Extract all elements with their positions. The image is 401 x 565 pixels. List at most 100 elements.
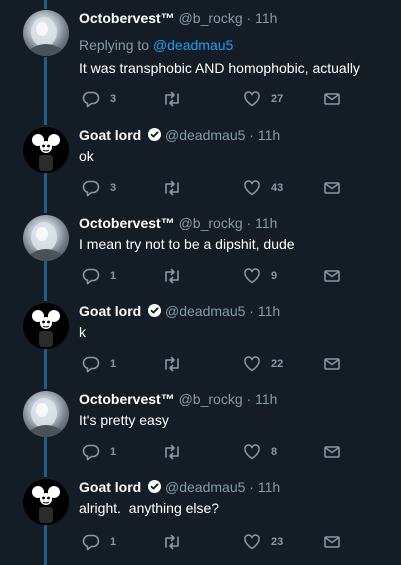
octobervest-avatar[interactable]: [23, 215, 69, 261]
retweet-icon: [162, 90, 182, 108]
tweet-actions: 1 9: [82, 267, 342, 285]
display-name[interactable]: Goat lord: [79, 127, 141, 143]
deadmau5-avatar[interactable]: [23, 303, 69, 349]
display-name[interactable]: Octobervest™: [79, 215, 175, 231]
like-button[interactable]: 9: [243, 267, 277, 285]
tweet[interactable]: Octobervest™ @b_rockg · 11h I mean try n…: [0, 214, 401, 301]
tweet[interactable]: Goat lord @deadmau5 · 11h alright. anyth…: [0, 478, 401, 565]
tweet[interactable]: Goat lord @deadmau5 · 11h ok 3 43: [0, 126, 401, 213]
timestamp[interactable]: · 11h: [247, 10, 278, 26]
like-button[interactable]: 22: [243, 355, 283, 373]
reply-button[interactable]: 1: [82, 533, 116, 551]
timestamp[interactable]: · 11h: [247, 215, 278, 231]
tweet-text: ok: [79, 148, 94, 164]
retweet-icon: [162, 355, 182, 373]
direct-message-button[interactable]: [323, 533, 341, 551]
dm-icon: [323, 267, 341, 285]
tweet-text: It was transphobic AND homophobic, actua…: [79, 60, 360, 76]
like-button[interactable]: 43: [243, 179, 283, 197]
user-handle[interactable]: @b_rockg: [179, 10, 243, 26]
display-name[interactable]: Octobervest™: [79, 10, 175, 26]
user-handle[interactable]: @deadmau5: [165, 479, 245, 495]
direct-message-button[interactable]: [323, 443, 341, 461]
verified-badge-icon: [148, 304, 162, 317]
like-icon: [243, 443, 261, 461]
reply-icon: [82, 443, 100, 461]
tweet-header: Octobervest™ @b_rockg · 11h: [79, 391, 277, 407]
like-icon: [243, 355, 261, 373]
reply-button[interactable]: 1: [82, 267, 116, 285]
retweet-icon: [162, 179, 182, 197]
replying-to-link[interactable]: @deadmau5: [153, 37, 233, 53]
tweet-header: Octobervest™ @b_rockg · 11h: [79, 10, 277, 26]
retweet-button[interactable]: [162, 443, 192, 461]
user-handle[interactable]: @deadmau5: [165, 303, 245, 319]
direct-message-button[interactable]: [323, 355, 341, 373]
reply-count: 1: [110, 536, 117, 548]
tweet-actions: 3 43: [82, 179, 342, 197]
retweet-button[interactable]: [162, 90, 192, 108]
retweet-button[interactable]: [162, 179, 192, 197]
reply-icon: [82, 179, 100, 197]
tweet-header: Goat lord @deadmau5 · 11h: [79, 127, 280, 143]
deadmau5-avatar[interactable]: [23, 479, 69, 525]
reply-icon: [82, 355, 100, 373]
direct-message-button[interactable]: [323, 267, 341, 285]
reply-count: 1: [110, 358, 117, 370]
direct-message-button[interactable]: [323, 179, 341, 197]
retweet-button[interactable]: [162, 533, 192, 551]
reply-count: 3: [110, 182, 117, 194]
timestamp[interactable]: · 11h: [249, 127, 280, 143]
like-count: 23: [271, 536, 284, 548]
reply-button[interactable]: 1: [82, 443, 116, 461]
like-count: 8: [271, 446, 278, 458]
retweet-icon: [162, 443, 182, 461]
like-icon: [243, 179, 261, 197]
tweet[interactable]: Octobervest™ @b_rockg · 11h It's pretty …: [0, 390, 401, 477]
tweet-actions: 1 22: [82, 355, 342, 373]
retweet-icon: [162, 533, 182, 551]
user-handle[interactable]: @b_rockg: [179, 391, 243, 407]
like-icon: [243, 90, 261, 108]
like-count: 22: [271, 358, 284, 370]
verified-badge-icon: [148, 128, 162, 141]
retweet-icon: [162, 267, 182, 285]
like-button[interactable]: 27: [243, 90, 283, 108]
tweet-actions: 1 23: [82, 533, 342, 551]
timestamp[interactable]: · 11h: [249, 479, 280, 495]
timestamp[interactable]: · 11h: [247, 391, 278, 407]
tweet-text: alright. anything else?: [79, 500, 220, 516]
tweet-text: k: [79, 324, 86, 340]
reply-count: 3: [110, 93, 117, 105]
octobervest-avatar[interactable]: [23, 391, 69, 437]
like-icon: [243, 267, 261, 285]
tweet[interactable]: Octobervest™ @b_rockg · 11h Replying to …: [0, 0, 401, 125]
reply-button[interactable]: 3: [82, 179, 116, 197]
tweet-text: I mean try not to be a dipshit, dude: [79, 236, 295, 252]
tweet-text: It's pretty easy: [79, 412, 169, 428]
octobervest-avatar[interactable]: [23, 10, 69, 56]
direct-message-button[interactable]: [323, 90, 341, 108]
display-name[interactable]: Goat lord: [79, 479, 141, 495]
user-handle[interactable]: @deadmau5: [165, 127, 245, 143]
reply-button[interactable]: 3: [82, 90, 116, 108]
dm-icon: [323, 355, 341, 373]
like-count: 27: [271, 93, 284, 105]
display-name[interactable]: Octobervest™: [79, 391, 175, 407]
like-button[interactable]: 8: [243, 443, 277, 461]
tweet[interactable]: Goat lord @deadmau5 · 11h k 1 22: [0, 302, 401, 389]
display-name[interactable]: Goat lord: [79, 303, 141, 319]
deadmau5-avatar[interactable]: [23, 127, 69, 173]
retweet-button[interactable]: [162, 267, 192, 285]
verified-badge-icon: [148, 480, 162, 493]
like-button[interactable]: 23: [243, 533, 283, 551]
dm-icon: [323, 443, 341, 461]
reply-count: 1: [110, 446, 117, 458]
like-icon: [243, 533, 261, 551]
like-count: 43: [271, 182, 284, 194]
reply-button[interactable]: 1: [82, 355, 116, 373]
user-handle[interactable]: @b_rockg: [179, 215, 243, 231]
retweet-button[interactable]: [162, 355, 192, 373]
timestamp[interactable]: · 11h: [249, 303, 280, 319]
reply-icon: [82, 90, 100, 108]
